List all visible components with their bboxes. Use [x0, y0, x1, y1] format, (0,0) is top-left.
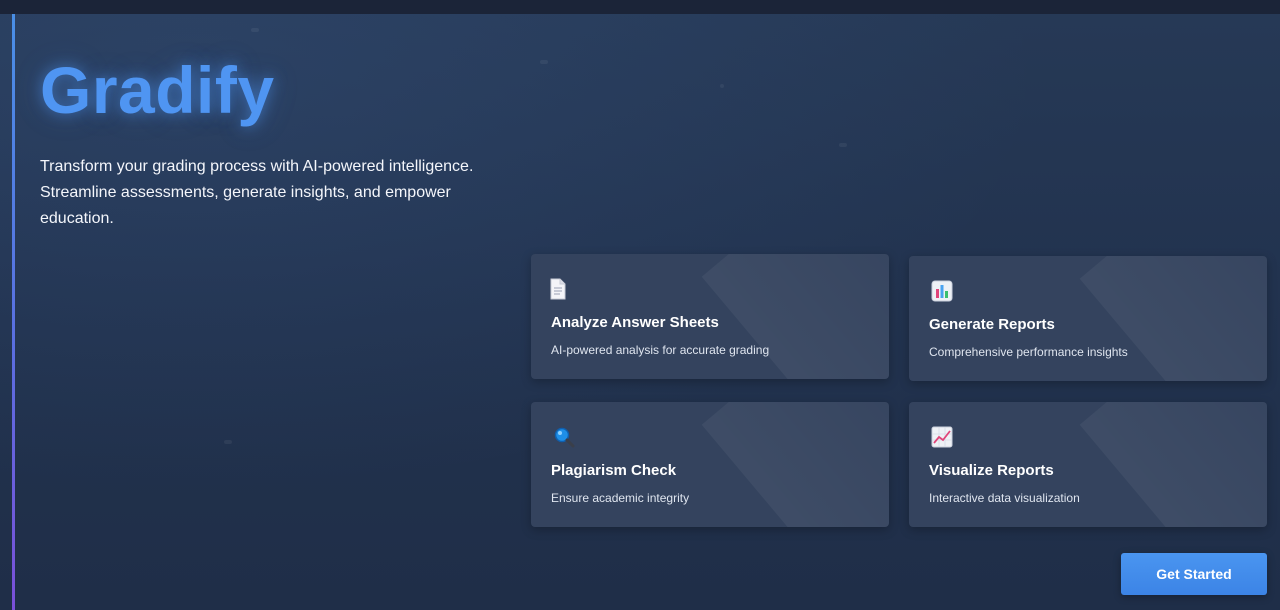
get-started-button[interactable]: Get Started	[1121, 553, 1267, 595]
magnifier-icon	[553, 426, 575, 448]
feature-card-title: Visualize Reports	[929, 462, 1054, 479]
feature-card-analyze-answer-sheets[interactable]: Analyze Answer Sheets AI-powered analysi…	[531, 254, 889, 379]
feature-card-title: Plagiarism Check	[551, 462, 677, 479]
feature-card-description: Interactive data visualization	[929, 491, 1080, 505]
feature-card-generate-reports[interactable]: Generate Reports Comprehensive performan…	[909, 256, 1267, 381]
feature-card-description: Ensure academic integrity	[551, 491, 690, 505]
background-speck	[720, 84, 724, 88]
feature-card-description: AI-powered analysis for accurate grading	[551, 343, 770, 357]
line-chart-icon	[931, 426, 953, 448]
background-speck	[839, 143, 847, 147]
background-speck	[224, 440, 232, 444]
background-speck	[540, 60, 548, 64]
accent-bar	[12, 14, 15, 610]
bar-chart-icon	[931, 280, 953, 302]
feature-card-title: Generate Reports	[929, 316, 1055, 333]
hero-tagline: Transform your grading process with AI-p…	[40, 158, 474, 227]
feature-card-description: Comprehensive performance insights	[929, 345, 1128, 359]
feature-card-visualize-reports[interactable]: Visualize Reports Interactive data visua…	[909, 402, 1267, 527]
document-icon	[548, 278, 568, 300]
feature-card-plagiarism-check[interactable]: Plagiarism Check Ensure academic integri…	[531, 402, 889, 527]
background-speck	[251, 28, 259, 32]
landing-page: Gradify Transform your grading process w…	[0, 0, 1280, 610]
brand-title: Gradify	[40, 53, 275, 127]
feature-card-title: Analyze Answer Sheets	[551, 314, 719, 331]
